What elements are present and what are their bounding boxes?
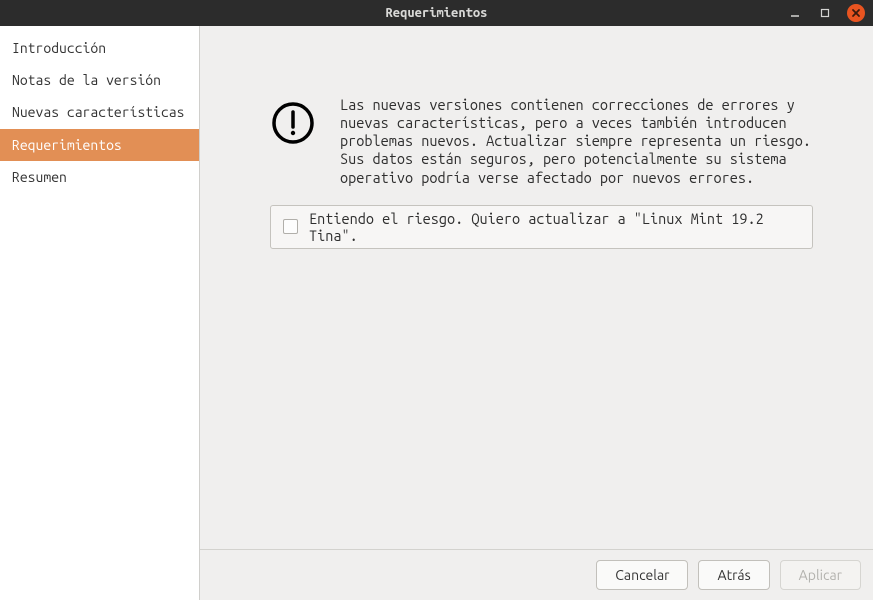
- titlebar: Requerimientos: [0, 0, 873, 26]
- understand-risk-label: Entiendo el riesgo. Quiero actualizar a …: [309, 210, 804, 244]
- sidebar-item-resumen[interactable]: Resumen: [0, 161, 199, 193]
- sidebar-item-label: Nuevas características: [12, 104, 184, 120]
- sidebar-item-requerimientos[interactable]: Requerimientos: [0, 129, 199, 161]
- sidebar: Introducción Notas de la versión Nuevas …: [0, 26, 200, 600]
- window-title: Requerimientos: [0, 6, 873, 20]
- understand-risk-row[interactable]: Entiendo el riesgo. Quiero actualizar a …: [270, 205, 813, 249]
- sidebar-item-label: Requerimientos: [12, 137, 122, 153]
- sidebar-item-notas[interactable]: Notas de la versión: [0, 64, 199, 96]
- content-main: Las nuevas versiones contienen correccio…: [200, 26, 873, 549]
- apply-button[interactable]: Aplicar: [780, 560, 861, 590]
- warning-row: Las nuevas versiones contienen correccio…: [270, 96, 813, 187]
- sidebar-item-nuevas[interactable]: Nuevas características: [0, 96, 199, 128]
- sidebar-item-label: Notas de la versión: [12, 72, 161, 88]
- warning-text: Las nuevas versiones contienen correccio…: [340, 96, 813, 187]
- sidebar-item-label: Introducción: [12, 40, 106, 56]
- warning-icon: [270, 100, 316, 149]
- minimize-icon[interactable]: [787, 5, 803, 21]
- sidebar-item-label: Resumen: [12, 169, 67, 185]
- back-button[interactable]: Atrás: [698, 560, 769, 590]
- window-controls: [787, 4, 873, 22]
- sidebar-item-introduccion[interactable]: Introducción: [0, 32, 199, 64]
- footer: Cancelar Atrás Aplicar: [200, 549, 873, 600]
- understand-risk-checkbox[interactable]: [283, 219, 298, 234]
- cancel-button[interactable]: Cancelar: [596, 560, 688, 590]
- content-area: Las nuevas versiones contienen correccio…: [200, 26, 873, 600]
- maximize-icon[interactable]: [817, 5, 833, 21]
- close-icon[interactable]: [847, 4, 865, 22]
- window-body: Introducción Notas de la versión Nuevas …: [0, 26, 873, 600]
